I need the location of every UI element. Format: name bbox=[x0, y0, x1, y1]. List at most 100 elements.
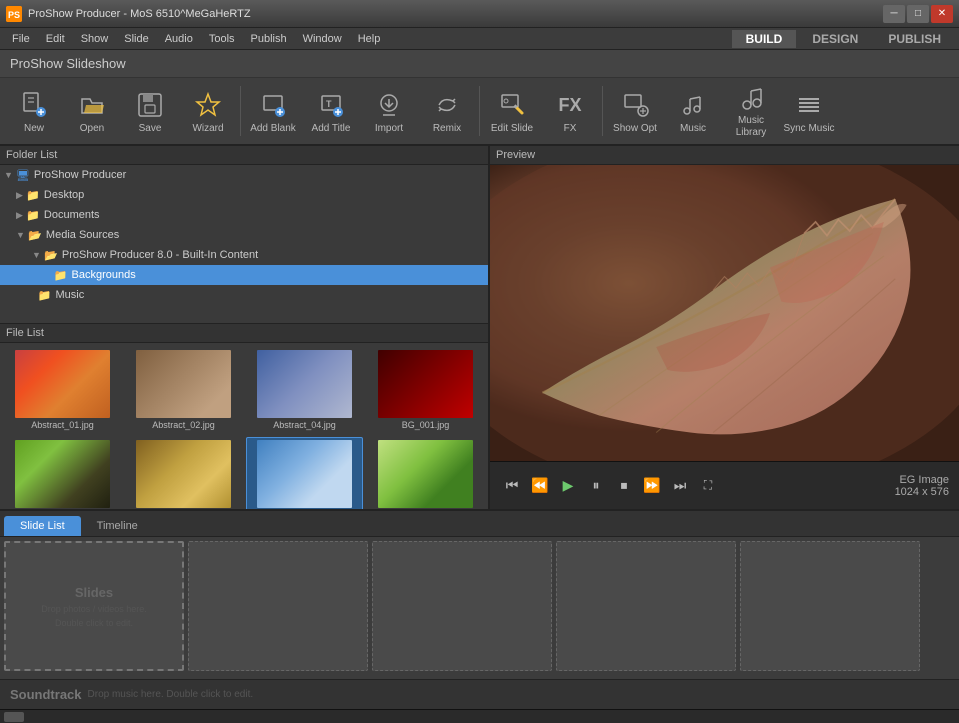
prev-button[interactable]: ⏪ bbox=[528, 474, 552, 498]
file-list-header: File List bbox=[0, 323, 488, 343]
file-thumb-seasons06[interactable]: Seasons_06.jpg bbox=[367, 437, 484, 509]
menu-edit[interactable]: Edit bbox=[38, 31, 73, 47]
stop-button[interactable]: ⏹ bbox=[612, 474, 636, 498]
musiclibrary-label: Music Library bbox=[725, 115, 777, 139]
toolbar-musiclibrary-button[interactable]: Music Library bbox=[723, 81, 779, 141]
tree-item-builtin[interactable]: ▼ 📂 ProShow Producer 8.0 - Built-In Cont… bbox=[0, 245, 488, 265]
slide-tabs: Slide List Timeline bbox=[0, 511, 959, 537]
scrollbar-thumb[interactable] bbox=[4, 712, 24, 722]
file-thumb-holidays06[interactable]: Holidays_06.jpg bbox=[125, 437, 242, 509]
fx-label: FX bbox=[564, 123, 577, 135]
open-label: Open bbox=[80, 123, 104, 135]
rewind-button[interactable]: ⏮ bbox=[500, 474, 524, 498]
editslide-label: Edit Slide bbox=[491, 123, 533, 135]
menu-tools[interactable]: Tools bbox=[201, 31, 243, 47]
file-thumb-bg001[interactable]: BG_001.jpg bbox=[367, 347, 484, 433]
file-thumb-seasons04[interactable]: Seasons_04.jpg bbox=[246, 437, 363, 509]
content-area: Folder List ▼ 🖥 ProShow Producer ▶ 📁 Des… bbox=[0, 146, 959, 509]
tree-item-desktop[interactable]: ▶ 📁 Desktop bbox=[0, 185, 488, 205]
wizard-label: Wizard bbox=[192, 123, 223, 135]
tree-item-music[interactable]: 📁 Music bbox=[0, 285, 488, 305]
folder-list-header: Folder List bbox=[0, 146, 488, 165]
slide-slot-3[interactable] bbox=[556, 541, 736, 671]
folder-icon-backgrounds: 📁 bbox=[53, 267, 69, 283]
remix-label: Remix bbox=[433, 123, 461, 135]
addtitle-icon: T bbox=[315, 89, 347, 121]
menu-file[interactable]: File bbox=[4, 31, 38, 47]
folder-icon-desktop: 📁 bbox=[25, 187, 41, 203]
menu-show[interactable]: Show bbox=[73, 31, 117, 47]
file-thumb-abstract01[interactable]: Abstract_01.jpg bbox=[4, 347, 121, 433]
menu-publish[interactable]: Publish bbox=[243, 31, 295, 47]
toolbar-import-button[interactable]: Import bbox=[361, 81, 417, 141]
import-icon bbox=[373, 89, 405, 121]
tree-label-builtin: ProShow Producer 8.0 - Built-In Content bbox=[62, 249, 258, 261]
toolbar-showopt-button[interactable]: Show Opt bbox=[607, 81, 663, 141]
view-tab-design[interactable]: DESIGN bbox=[798, 30, 872, 48]
tree-item-proshow[interactable]: ▼ 🖥 ProShow Producer bbox=[0, 165, 488, 185]
window-title: ProShow Producer - MoS 6510^MeGaHeRTZ bbox=[28, 8, 883, 20]
slide-slot-2[interactable] bbox=[372, 541, 552, 671]
thumb-img-abstract04 bbox=[257, 350, 352, 418]
tree-label-backgrounds: Backgrounds bbox=[72, 269, 136, 281]
menu-help[interactable]: Help bbox=[350, 31, 389, 47]
toolbar-wizard-button[interactable]: Wizard bbox=[180, 81, 236, 141]
slide-slot-4[interactable] bbox=[740, 541, 920, 671]
play-button[interactable]: ▶ bbox=[556, 474, 580, 498]
slide-list-area: Slides Drop photos / videos here. Double… bbox=[0, 537, 959, 679]
show-title: ProShow Slideshow bbox=[10, 56, 126, 71]
save-label: Save bbox=[139, 123, 162, 135]
music-label: Music bbox=[680, 123, 706, 135]
tree-label-documents: Documents bbox=[44, 209, 100, 221]
end-button[interactable]: ⏭ bbox=[668, 474, 692, 498]
syncmusic-icon bbox=[793, 89, 825, 121]
thumb-img-abstract02 bbox=[136, 350, 231, 418]
toolbar-open-button[interactable]: Open bbox=[64, 81, 120, 141]
slide-list-tab[interactable]: Slide List bbox=[4, 516, 81, 536]
toolbar-sep-3 bbox=[602, 86, 603, 136]
view-tab-publish[interactable]: PUBLISH bbox=[874, 30, 955, 48]
timeline-tab[interactable]: Timeline bbox=[81, 516, 154, 536]
toolbar-editslide-button[interactable]: Edit Slide bbox=[484, 81, 540, 141]
fullscreen-button[interactable]: ⛶ bbox=[696, 474, 720, 498]
file-thumb-abstract02[interactable]: Abstract_02.jpg bbox=[125, 347, 242, 433]
menu-slide[interactable]: Slide bbox=[116, 31, 156, 47]
file-thumb-abstract04[interactable]: Abstract_04.jpg bbox=[246, 347, 363, 433]
new-icon bbox=[18, 89, 50, 121]
svg-text:T: T bbox=[326, 99, 332, 109]
tree-item-media[interactable]: ▼ 📂 Media Sources bbox=[0, 225, 488, 245]
file-thumb-floral01[interactable]: Floral_01.jpg bbox=[4, 437, 121, 509]
addblank-label: Add Blank bbox=[250, 123, 296, 135]
fx-icon: FX bbox=[554, 89, 586, 121]
showopt-label: Show Opt bbox=[613, 123, 657, 135]
toolbar-music-button[interactable]: Music bbox=[665, 81, 721, 141]
toolbar-new-button[interactable]: New bbox=[6, 81, 62, 141]
toolbar-sep-2 bbox=[479, 86, 480, 136]
toolbar-syncmusic-button[interactable]: Sync Music bbox=[781, 81, 837, 141]
tree-item-documents[interactable]: ▶ 📁 Documents bbox=[0, 205, 488, 225]
slides-drop-label: Slides bbox=[75, 585, 113, 600]
toolbar-remix-button[interactable]: Remix bbox=[419, 81, 475, 141]
window-controls: ─ □ ✕ bbox=[883, 5, 953, 23]
view-tab-build[interactable]: BUILD bbox=[732, 30, 797, 48]
toolbar-addblank-button[interactable]: Add Blank bbox=[245, 81, 301, 141]
close-button[interactable]: ✕ bbox=[931, 5, 953, 23]
minimize-button[interactable]: ─ bbox=[883, 5, 905, 23]
slide-slot-0[interactable]: Slides Drop photos / videos here. Double… bbox=[4, 541, 184, 671]
expand-arrow: ▼ bbox=[4, 170, 13, 180]
toolbar-fx-button[interactable]: FX FX bbox=[542, 81, 598, 141]
soundtrack-hint: Drop music here. Double click to edit. bbox=[88, 689, 254, 700]
toolbar-save-button[interactable]: Save bbox=[122, 81, 178, 141]
slide-slot-1[interactable] bbox=[188, 541, 368, 671]
folder-icon-documents: 📁 bbox=[25, 207, 41, 223]
expand-arrow-backgrounds bbox=[48, 270, 51, 280]
maximize-button[interactable]: □ bbox=[907, 5, 929, 23]
toolbar-addtitle-button[interactable]: T Add Title bbox=[303, 81, 359, 141]
menu-window[interactable]: Window bbox=[295, 31, 350, 47]
tree-item-backgrounds[interactable]: 📁 Backgrounds bbox=[0, 265, 488, 285]
bottom-scrollbar[interactable] bbox=[0, 709, 959, 723]
next-button[interactable]: ⏩ bbox=[640, 474, 664, 498]
menu-audio[interactable]: Audio bbox=[157, 31, 201, 47]
expand-arrow-media: ▼ bbox=[16, 230, 25, 240]
pause-button[interactable]: ⏸ bbox=[584, 474, 608, 498]
